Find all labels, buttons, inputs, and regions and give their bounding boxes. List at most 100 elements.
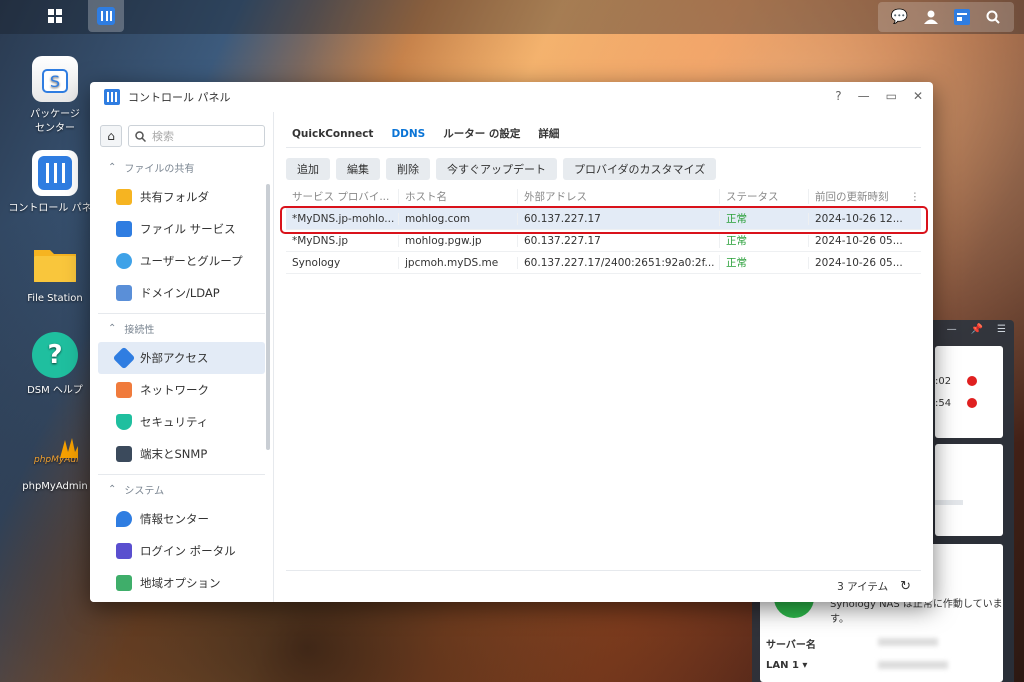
table-footer: 3 アイテム ↻ (286, 570, 921, 594)
sidebar-item-login-portal[interactable]: ログイン ポータル (98, 535, 265, 567)
cell-provider: Synology (292, 256, 341, 269)
sidebar-item-label: 外部アクセス (140, 351, 209, 365)
close-button[interactable]: ✕ (913, 89, 923, 103)
sidebar-item-domain-ldap[interactable]: ドメイン/LDAP (98, 277, 265, 309)
desktop-dsm-help[interactable]: ? DSM ヘルプ (15, 332, 95, 398)
lan-label: LAN 1 ▾ (766, 660, 808, 671)
minimize-button[interactable]: — (858, 89, 870, 103)
info-icon (116, 511, 132, 527)
minimize-icon[interactable]: — (947, 324, 957, 335)
sidebar-section-system[interactable]: ⌃ システム (90, 475, 273, 503)
sidebar-item-security[interactable]: セキュリティ (98, 406, 265, 438)
tab-quickconnect[interactable]: QuickConnect (292, 112, 373, 148)
desktop-icon-label: phpMyAdmin (22, 481, 88, 492)
sidebar-item-label: 情報センター (140, 512, 209, 526)
delete-button[interactable]: 削除 (386, 158, 430, 180)
column-header-external-address[interactable]: 外部アドレス (517, 189, 719, 204)
widget-card-logs: :02 :54 (935, 346, 1003, 438)
window-titlebar[interactable]: コントロール パネル ? — ▭ ✕ (90, 82, 933, 112)
folder-icon (32, 240, 78, 286)
users-icon (116, 253, 132, 269)
control-panel-icon (32, 150, 78, 196)
sidebar-item-label: ネットワーク (140, 383, 209, 397)
house-icon (116, 382, 132, 398)
file-services-icon (116, 221, 132, 237)
pin-icon[interactable]: 📌 (971, 324, 983, 335)
column-menu-icon[interactable]: ⋮ (909, 191, 921, 203)
highlight-box (280, 206, 928, 234)
tab-advanced[interactable]: 詳細 (538, 112, 559, 148)
notification-icon[interactable]: 💬 (891, 8, 909, 26)
search-input[interactable]: 検索 (128, 125, 265, 147)
domain-icon (116, 285, 132, 301)
sidebar-item-shared-folder[interactable]: 共有フォルダ (98, 181, 265, 213)
taskbar-control-panel-button[interactable] (88, 0, 124, 32)
desktop-icon-label: File Station (27, 293, 83, 304)
cell-provider: *MyDNS.jp (292, 234, 349, 247)
health-status-text: Synology NAS は正常に作動していま す。 (830, 599, 1003, 625)
folder-icon (116, 189, 132, 205)
map-icon (116, 575, 132, 591)
desktop-file-station[interactable]: File Station (15, 240, 95, 306)
login-portal-icon (116, 543, 132, 559)
desktop-icon-label: DSM ヘルプ (27, 385, 83, 396)
table-header: サービス プロバイ... ホスト名 外部アドレス ステータス 前回の更新時刻 ⋮ (286, 186, 921, 208)
sidebar-item-external-access[interactable]: 外部アクセス (98, 342, 265, 374)
sidebar-item-label: 端末とSNMP (140, 447, 208, 461)
desktop-phpmyadmin[interactable]: phpMyAdmin phpMyAdmin (15, 428, 95, 494)
user-icon[interactable] (922, 8, 940, 26)
desktop-package-center[interactable]: S パッケージ センター (15, 56, 95, 136)
desktop-icon-label: コントロール パネル (8, 203, 102, 214)
sidebar-section-connectivity[interactable]: ⌃ 接続性 (90, 314, 273, 342)
section-title: ファイルの共有 (124, 163, 195, 175)
server-name-label: サーバー名 (766, 640, 816, 651)
sidebar-item-file-services[interactable]: ファイル サービス (98, 213, 265, 245)
update-now-button[interactable]: 今すぐアップデート (436, 158, 557, 180)
widgets-icon[interactable] (953, 8, 971, 26)
tab-router-settings[interactable]: ルーター の設定 (443, 112, 520, 148)
log-time: :54 (935, 398, 952, 409)
widget-menu-icon[interactable]: ☰ (997, 324, 1006, 335)
log-time: :02 (935, 376, 952, 387)
search-icon[interactable] (984, 8, 1002, 26)
desktop-icon-label: パッケージ センター (30, 109, 80, 134)
sidebar-scrollbar[interactable] (266, 184, 270, 450)
desktop-control-panel[interactable]: コントロール パネル (8, 150, 102, 216)
sidebar-item-label: ユーザーとグループ (140, 254, 243, 268)
cell-last-update: 2024-10-26 05... (808, 256, 921, 269)
sidebar-section-file-sharing[interactable]: ⌃ ファイルの共有 (90, 153, 273, 181)
item-count: 3 アイテム (837, 581, 889, 593)
cell-status: 正常 (719, 233, 808, 248)
refresh-icon[interactable]: ↻ (900, 579, 911, 594)
sidebar-item-label: ドメイン/LDAP (140, 286, 220, 300)
package-center-icon: S (32, 56, 78, 102)
cell-external-address: 60.137.227.17 (517, 234, 719, 247)
sidebar-item-terminal-snmp[interactable]: 端末とSNMP (98, 438, 265, 470)
home-button[interactable]: ⌂ (100, 125, 122, 147)
column-header-provider[interactable]: サービス プロバイ... (286, 189, 398, 204)
cell-status: 正常 (719, 255, 808, 270)
external-access-icon (112, 346, 136, 370)
column-header-last-update[interactable]: 前回の更新時刻 (808, 189, 909, 204)
column-header-hostname[interactable]: ホスト名 (398, 189, 517, 204)
svg-text:S: S (50, 72, 60, 91)
phpmyadmin-icon: phpMyAdmin (32, 428, 78, 474)
tab-ddns[interactable]: DDNS (391, 112, 425, 148)
main-panel: QuickConnect DDNS ルーター の設定 詳細 追加 編集 削除 今… (286, 112, 921, 602)
sidebar-item-users-groups[interactable]: ユーザーとグループ (98, 245, 265, 277)
sidebar-item-info-center[interactable]: 情報センター (98, 503, 265, 535)
table-row[interactable]: Synology jpcmoh.myDS.me 60.137.227.17/24… (286, 252, 921, 274)
sidebar-item-regional-options[interactable]: 地域オプション (98, 567, 265, 599)
chevron-up-icon: ⌃ (108, 483, 117, 495)
cell-hostname: jpcmoh.myDS.me (398, 256, 517, 269)
help-icon: ? (32, 332, 78, 378)
maximize-button[interactable]: ▭ (886, 89, 897, 103)
help-button[interactable]: ? (835, 89, 841, 103)
add-button[interactable]: 追加 (286, 158, 330, 180)
column-header-status[interactable]: ステータス (719, 189, 808, 204)
edit-button[interactable]: 編集 (336, 158, 380, 180)
sidebar-item-network[interactable]: ネットワーク (98, 374, 265, 406)
sidebar-item-label: 地域オプション (140, 576, 221, 590)
customize-provider-button[interactable]: プロバイダのカスタマイズ (563, 158, 717, 180)
main-menu-button[interactable] (34, 0, 76, 32)
